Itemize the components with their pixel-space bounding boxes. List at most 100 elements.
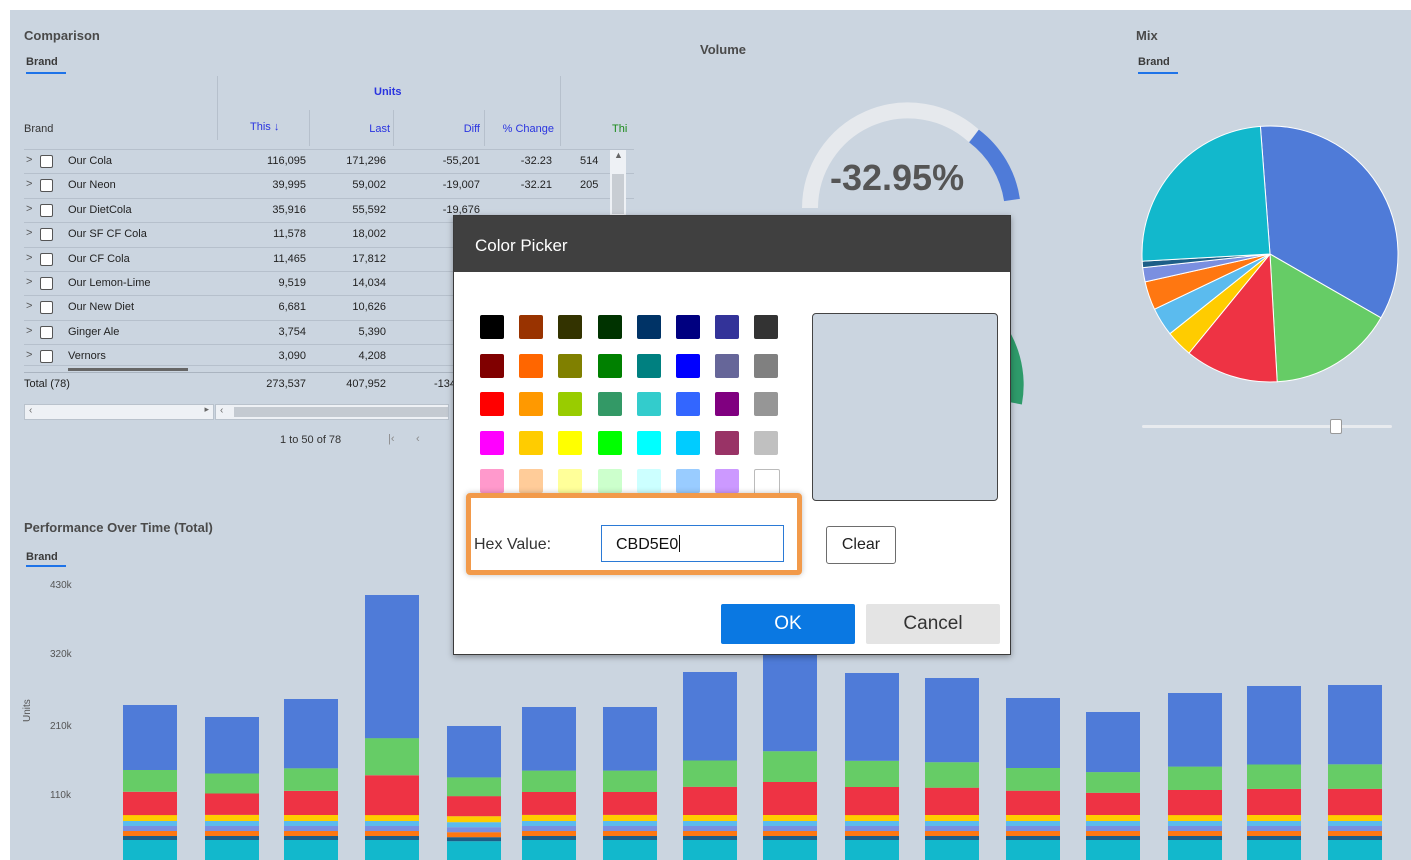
- color-swatch[interactable]: [480, 353, 504, 378]
- color-swatch[interactable]: [754, 353, 779, 378]
- bar-segment: [925, 815, 979, 821]
- bar-segment: [845, 787, 899, 816]
- dialog-header: Color Picker: [454, 216, 1010, 272]
- color-swatch[interactable]: [480, 392, 504, 416]
- bar-segment: [1086, 821, 1140, 826]
- bar-segment: [925, 836, 979, 840]
- color-swatch[interactable]: [715, 353, 740, 378]
- bar-segment: [447, 837, 501, 842]
- bar-segment: [205, 840, 259, 860]
- bar-segment: [123, 815, 177, 821]
- bar-segment: [925, 840, 979, 860]
- bar-segment: [1168, 826, 1222, 831]
- bar-segment: [683, 840, 737, 860]
- color-swatch[interactable]: [558, 469, 583, 493]
- bar-segment: [1006, 840, 1060, 860]
- bar-segment: [205, 821, 259, 826]
- bar-segment: [1086, 772, 1140, 793]
- color-picker-dialog: Color Picker Hex Value: CBD5E0 Clear OK …: [453, 215, 1011, 655]
- bar-segment: [1247, 764, 1301, 789]
- bar-segment: [603, 815, 657, 821]
- bar-segment: [763, 751, 817, 782]
- bar-segment: [1006, 698, 1060, 768]
- color-swatch[interactable]: [597, 315, 622, 339]
- color-swatch[interactable]: [636, 430, 661, 455]
- bar-segment: [1247, 840, 1301, 860]
- color-swatch[interactable]: [519, 353, 544, 378]
- color-swatch[interactable]: [597, 430, 622, 455]
- color-swatch[interactable]: [676, 315, 700, 339]
- bar-segment: [123, 791, 177, 816]
- color-swatch[interactable]: [754, 430, 779, 455]
- bar-segment: [123, 836, 177, 840]
- bar-segment: [123, 770, 177, 792]
- color-swatch[interactable]: [558, 315, 583, 339]
- bar-segment: [603, 792, 657, 815]
- color-swatch[interactable]: [597, 353, 622, 378]
- bar-segment: [603, 840, 657, 860]
- bar-segment: [1247, 836, 1301, 840]
- bar-segment: [1086, 826, 1140, 831]
- color-swatch[interactable]: [754, 392, 779, 416]
- color-swatch[interactable]: [519, 469, 544, 493]
- color-swatch[interactable]: [754, 315, 779, 339]
- bar-segment: [1168, 766, 1222, 790]
- bar-segment: [1006, 768, 1060, 791]
- bar-segment: [1247, 831, 1301, 836]
- clear-button[interactable]: Clear: [826, 526, 896, 564]
- color-swatch[interactable]: [480, 315, 504, 339]
- bar-segment: [1086, 840, 1140, 860]
- color-swatch[interactable]: [754, 469, 781, 495]
- bar-segment: [925, 762, 979, 788]
- bar-segment: [603, 821, 657, 826]
- bar-segment: [123, 705, 177, 770]
- color-swatch[interactable]: [480, 430, 504, 455]
- color-swatch[interactable]: [636, 315, 661, 339]
- bar-segment: [683, 831, 737, 836]
- color-swatch[interactable]: [715, 469, 740, 493]
- color-swatch[interactable]: [519, 430, 544, 455]
- ok-button[interactable]: OK: [721, 604, 855, 644]
- color-swatch[interactable]: [715, 430, 740, 455]
- bar-segment: [447, 841, 501, 860]
- color-swatch[interactable]: [480, 469, 504, 493]
- bar-segment: [1168, 831, 1222, 836]
- color-swatch[interactable]: [558, 392, 583, 416]
- bar-segment: [447, 777, 501, 797]
- color-swatch[interactable]: [636, 353, 661, 378]
- bar-segment: [1006, 836, 1060, 840]
- color-swatch[interactable]: [715, 392, 740, 416]
- color-swatch[interactable]: [636, 392, 661, 416]
- bar-segment: [1247, 788, 1301, 815]
- bar-segment: [763, 831, 817, 836]
- bar-segment: [683, 672, 737, 761]
- bar-segment: [1168, 815, 1222, 821]
- bar-segment: [925, 678, 979, 763]
- bar-segment: [763, 782, 817, 815]
- color-swatch[interactable]: [597, 469, 622, 493]
- bar-segment: [763, 821, 817, 826]
- bar-segment: [522, 836, 576, 840]
- bar-segment: [522, 840, 576, 860]
- color-swatch[interactable]: [676, 353, 700, 378]
- bar-segment: [123, 831, 177, 836]
- bar-segment: [1086, 831, 1140, 836]
- color-swatch[interactable]: [715, 315, 740, 339]
- color-swatch[interactable]: [636, 469, 661, 493]
- color-swatch[interactable]: [676, 430, 700, 455]
- color-swatch[interactable]: [676, 392, 700, 416]
- bar-segment: [683, 760, 737, 787]
- bar-segment: [1006, 790, 1060, 815]
- color-swatch[interactable]: [519, 315, 544, 339]
- color-swatch[interactable]: [558, 430, 583, 455]
- cancel-button[interactable]: Cancel: [866, 604, 1000, 644]
- bar-segment: [603, 836, 657, 840]
- color-swatch[interactable]: [676, 469, 700, 493]
- bar-segment: [845, 815, 899, 821]
- color-swatch[interactable]: [519, 392, 544, 416]
- bar-segment: [284, 831, 338, 836]
- bar-segment: [447, 726, 501, 778]
- color-swatch[interactable]: [558, 353, 583, 378]
- color-swatch[interactable]: [597, 392, 622, 416]
- bar-segment: [365, 738, 419, 776]
